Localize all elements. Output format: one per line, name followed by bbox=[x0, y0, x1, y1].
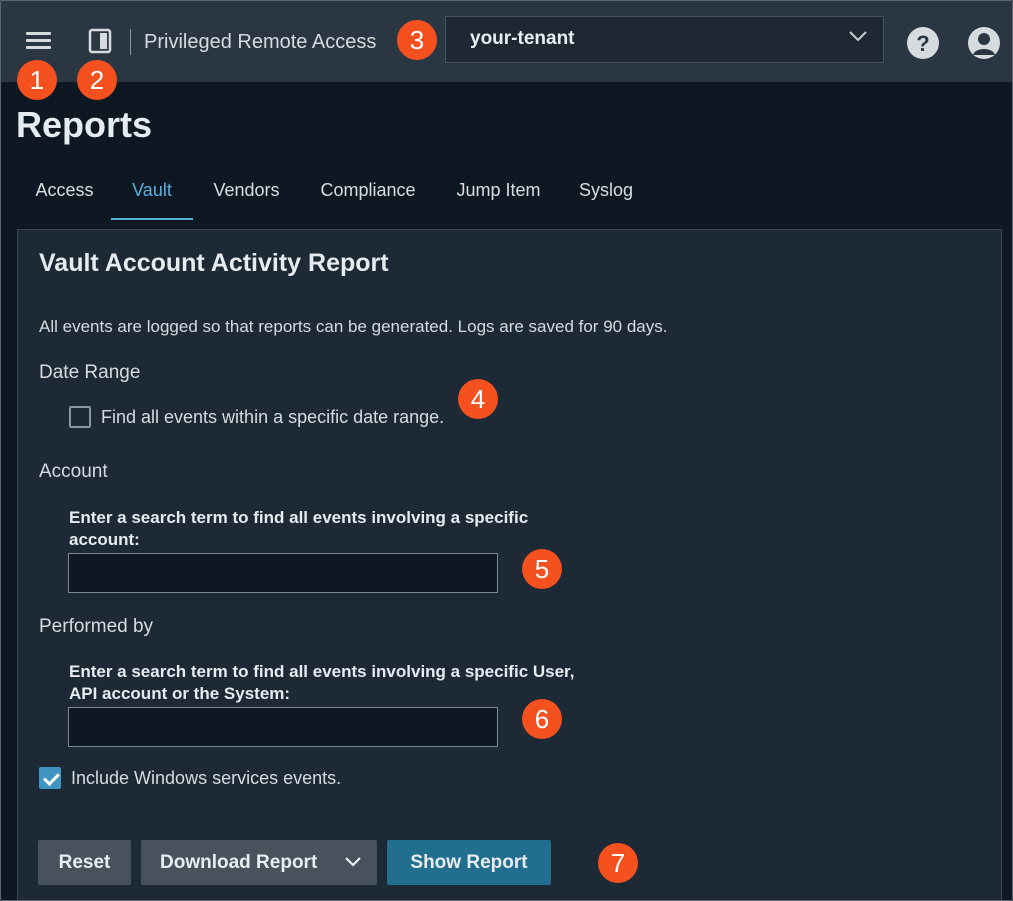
help-label: ? bbox=[916, 31, 930, 56]
header-divider bbox=[130, 29, 131, 55]
tab-jump-item[interactable]: Jump Item bbox=[436, 172, 561, 220]
chevron-down-icon bbox=[345, 857, 361, 867]
callout-badge: 4 bbox=[458, 379, 498, 419]
date-range-checkbox[interactable] bbox=[69, 406, 91, 428]
hamburger-menu-icon[interactable] bbox=[26, 30, 52, 52]
tab-syslog[interactable]: Syslog bbox=[561, 172, 651, 220]
performed-by-field-label: Enter a search term to find all events i… bbox=[69, 662, 575, 703]
tenant-value: your-tenant bbox=[470, 28, 575, 49]
account-search-input[interactable] bbox=[68, 553, 498, 593]
callout-badge: 6 bbox=[522, 699, 562, 739]
download-report-label: Download Report bbox=[160, 851, 318, 873]
door-icon[interactable] bbox=[88, 28, 112, 54]
show-report-button[interactable]: Show Report bbox=[387, 840, 551, 885]
callout-badge: 3 bbox=[397, 20, 437, 60]
callout-badge: 2 bbox=[77, 60, 117, 100]
tenant-select[interactable]: your-tenant bbox=[445, 16, 884, 63]
reset-button[interactable]: Reset bbox=[38, 840, 131, 885]
report-description: All events are logged so that reports ca… bbox=[39, 317, 668, 336]
callout-badge: 7 bbox=[598, 843, 638, 883]
report-title: Vault Account Activity Report bbox=[39, 249, 389, 277]
account-heading: Account bbox=[39, 461, 108, 482]
windows-services-checkbox[interactable] bbox=[39, 767, 61, 789]
report-panel: Vault Account Activity Report All events… bbox=[17, 229, 1002, 901]
callout-badge: 5 bbox=[522, 549, 562, 589]
date-range-heading: Date Range bbox=[39, 362, 141, 383]
help-icon[interactable]: ? bbox=[907, 27, 939, 59]
download-report-button[interactable]: Download Report bbox=[141, 840, 377, 885]
windows-services-label: Include Windows services events. bbox=[71, 768, 342, 788]
app-title: Privileged Remote Access bbox=[144, 31, 377, 53]
tab-compliance[interactable]: Compliance bbox=[300, 172, 436, 220]
top-bar: Privileged Remote Access your-tenant ? bbox=[0, 0, 1013, 82]
callout-badge: 1 bbox=[17, 60, 57, 100]
tab-vendors[interactable]: Vendors bbox=[193, 172, 300, 220]
date-range-checkbox-label: Find all events within a specific date r… bbox=[101, 407, 445, 427]
performed-by-search-input[interactable] bbox=[68, 707, 498, 747]
performed-by-heading: Performed by bbox=[39, 616, 154, 637]
chevron-down-icon bbox=[849, 31, 867, 42]
tab-vault[interactable]: Vault bbox=[111, 172, 193, 220]
user-icon[interactable] bbox=[968, 27, 1000, 59]
page-title: Reports bbox=[16, 104, 153, 145]
tab-access[interactable]: Access bbox=[17, 172, 112, 220]
account-field-label: Enter a search term to find all events i… bbox=[69, 508, 529, 549]
